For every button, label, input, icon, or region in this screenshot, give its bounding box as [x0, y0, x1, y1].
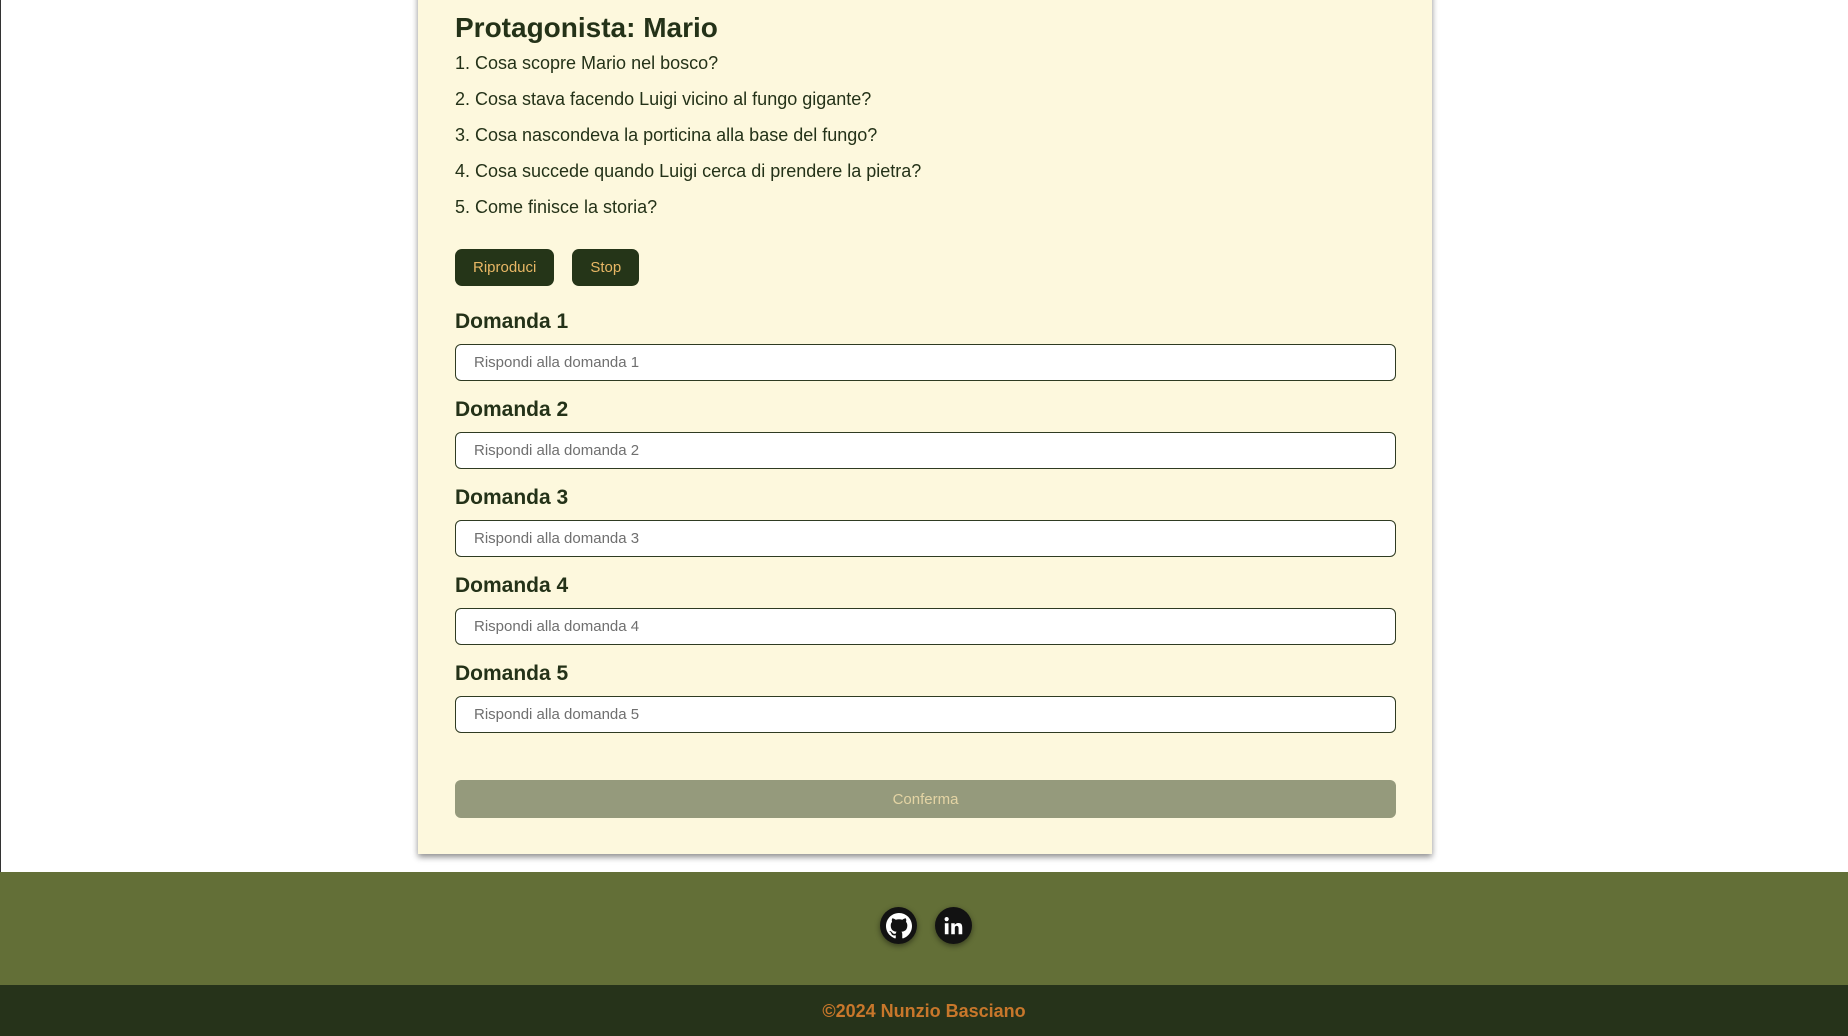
answer-input-1[interactable]: [455, 344, 1396, 381]
story-card: Protagonista: Mario 1. Cosa scopre Mario…: [418, 0, 1432, 854]
play-button[interactable]: Riproduci: [455, 249, 555, 286]
answer-group-1: Domanda 1: [455, 308, 1396, 396]
answer-group-5: Domanda 5: [455, 660, 1396, 748]
stop-button[interactable]: Stop: [572, 249, 640, 286]
linkedin-icon-glyph: [944, 916, 962, 934]
answer-label: Domanda 4: [455, 574, 569, 597]
question-item: 4. Cosa succede quando Luigi cerca di pr…: [455, 161, 922, 181]
github-icon-glyph: [885, 912, 912, 938]
footer-copyright-bar: ©2024 Nunzio Basciano: [0, 985, 1848, 1036]
answer-input-2[interactable]: [455, 432, 1396, 469]
window-edge: [0, 0, 1, 872]
answer-label: Domanda 1: [455, 310, 569, 333]
social-links: [880, 907, 972, 944]
answer-group-2: Domanda 2: [455, 396, 1396, 484]
story-title: Protagonista: Mario: [455, 12, 718, 43]
confirm-button[interactable]: Conferma: [455, 780, 1396, 818]
question-list: 1. Cosa scopre Mario nel bosco? 2. Cosa …: [455, 50, 921, 230]
answer-input-4[interactable]: [455, 608, 1396, 645]
answer-form: Domanda 1 Domanda 2 Domanda 3 Domanda 4 …: [455, 308, 1396, 748]
answer-input-3[interactable]: [455, 520, 1396, 557]
answer-label: Domanda 2: [455, 398, 569, 421]
question-item: 2. Cosa stava facendo Luigi vicino al fu…: [455, 89, 872, 109]
github-icon[interactable]: [880, 907, 917, 944]
question-item: 5. Come finisce la storia?: [455, 197, 658, 217]
copyright-text: ©2024 Nunzio Basciano: [822, 1001, 1026, 1021]
answer-label: Domanda 5: [455, 662, 569, 685]
question-item: 1. Cosa scopre Mario nel bosco?: [455, 53, 719, 73]
footer-social: [0, 872, 1848, 985]
answer-group-4: Domanda 4: [455, 572, 1396, 660]
page: Protagonista: Mario 1. Cosa scopre Mario…: [0, 0, 1848, 1036]
question-item: 3. Cosa nascondeva la porticina alla bas…: [455, 125, 878, 145]
audio-controls: Riproduci Stop: [455, 249, 640, 286]
answer-label: Domanda 3: [455, 486, 569, 509]
linkedin-icon[interactable]: [935, 907, 972, 944]
answer-group-3: Domanda 3: [455, 484, 1396, 572]
answer-input-5[interactable]: [455, 696, 1396, 733]
